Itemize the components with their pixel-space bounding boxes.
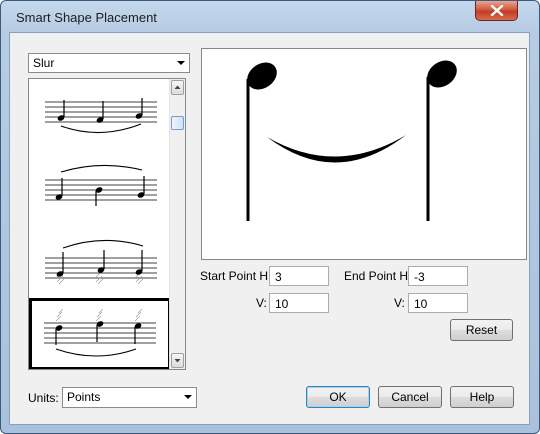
arrow-up-icon (174, 85, 181, 89)
slur-preview-graphic (246, 60, 457, 221)
help-button[interactable]: Help (450, 386, 514, 408)
placement-thumbnail-list[interactable] (28, 78, 186, 370)
end-v-label: V: (394, 296, 405, 310)
slur-curve (267, 135, 406, 163)
slur-above-tips-thumbnail (45, 164, 157, 206)
scroll-thumb[interactable] (171, 116, 184, 130)
cancel-button[interactable]: Cancel (378, 386, 442, 408)
thumbnail-item[interactable] (29, 82, 171, 154)
slur-below-hatch-thumbnail (44, 308, 156, 357)
thumbnail-item[interactable] (29, 226, 171, 298)
start-v-input[interactable]: 10 (269, 293, 329, 313)
chevron-down-icon (184, 395, 192, 399)
window-title: Smart Shape Placement (16, 10, 157, 25)
slur-above-hatch-thumbnail (45, 239, 157, 285)
end-h-input[interactable]: -3 (408, 266, 468, 286)
dialog-client-area: Slur Start Point H: 3 End Point H: -3 V:… (9, 32, 530, 425)
end-v-value: 10 (414, 297, 428, 311)
slur-below-tips-thumbnail (45, 98, 157, 134)
smart-shape-placement-dialog: Smart Shape Placement Slur Start Point H… (0, 0, 540, 434)
scroll-up-button[interactable] (171, 80, 184, 95)
end-v-input[interactable]: 10 (408, 293, 468, 313)
thumbnail-item-selected[interactable] (29, 298, 171, 369)
title-bar: Smart Shape Placement (1, 1, 539, 33)
shape-type-value: Slur (33, 56, 55, 70)
reset-button[interactable]: Reset (450, 319, 513, 341)
start-h-label: Start Point H: (200, 269, 272, 283)
start-h-input[interactable]: 3 (269, 266, 329, 286)
units-select[interactable]: Points (62, 387, 197, 408)
end-h-label: End Point H: (344, 269, 412, 283)
ok-button[interactable]: OK (306, 386, 370, 408)
close-button[interactable] (475, 1, 518, 21)
thumbnail-list-scrollbar[interactable] (169, 79, 185, 369)
units-label: Units: (28, 391, 59, 405)
thumbnail-item[interactable] (29, 154, 171, 226)
start-v-label: V: (256, 296, 267, 310)
scroll-down-button[interactable] (171, 353, 184, 368)
shape-preview (201, 48, 527, 260)
start-v-value: 10 (275, 297, 289, 311)
shape-type-select[interactable]: Slur (28, 53, 190, 73)
close-x-icon (490, 5, 504, 16)
arrow-down-icon (174, 359, 181, 363)
end-h-value: -3 (414, 270, 425, 284)
chevron-down-icon (177, 61, 185, 65)
start-h-value: 3 (275, 270, 282, 284)
units-value: Points (67, 390, 101, 404)
